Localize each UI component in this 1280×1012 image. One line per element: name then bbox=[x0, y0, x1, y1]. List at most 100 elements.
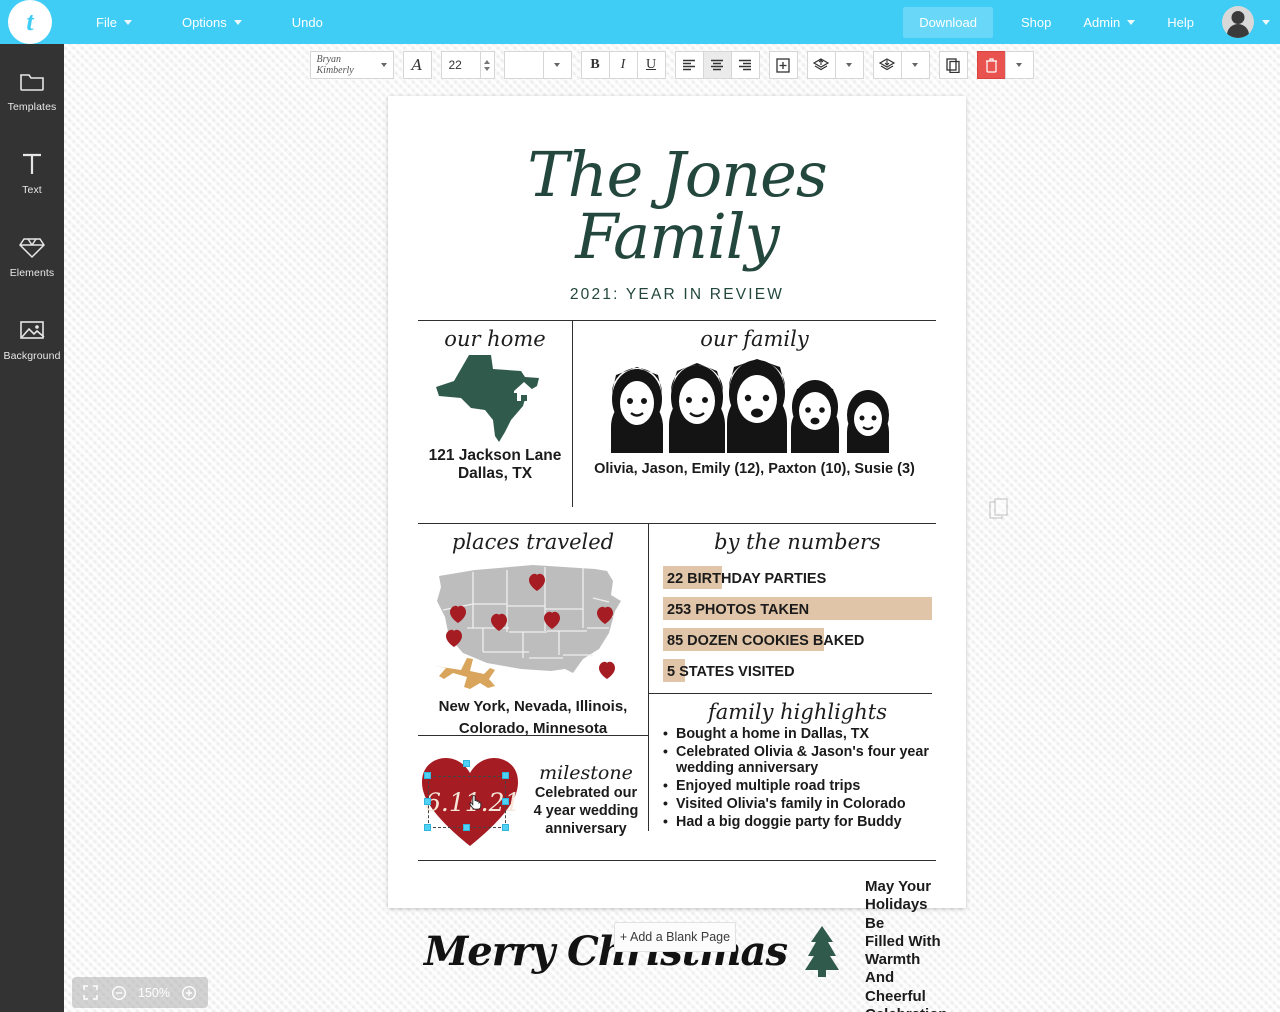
top-navigation-bar: t File Options Undo Download Shop Admin bbox=[0, 0, 1280, 44]
font-style-button[interactable]: A bbox=[402, 51, 432, 79]
highlights-list: Bought a home in Dallas, TX Celebrated O… bbox=[663, 725, 932, 831]
greeting-card: The Jones Family 2021: YEAR IN REVIEW ou… bbox=[388, 96, 966, 1012]
add-blank-page-button[interactable]: + Add a Blank Page bbox=[614, 922, 736, 952]
sidebar-item-text-label: Text bbox=[22, 184, 42, 196]
christmas-message-line3[interactable]: Cheerful Celebration bbox=[865, 988, 948, 1012]
sidebar-item-elements-label: Elements bbox=[9, 267, 55, 279]
chevron-down-icon[interactable] bbox=[1262, 19, 1270, 25]
copy-page-icon[interactable] bbox=[989, 498, 1009, 520]
stat-row[interactable]: 85 DOZEN COOKIES BAKED bbox=[663, 625, 932, 656]
home-address-line2[interactable]: Dallas, TX bbox=[422, 465, 568, 483]
stepper-down-icon bbox=[484, 66, 490, 71]
christmas-tree-icon bbox=[803, 924, 841, 978]
home-address-line1[interactable]: 121 Jackson Lane bbox=[422, 447, 568, 465]
stat-label: 85 DOZEN COOKIES BAKED bbox=[667, 632, 865, 649]
nav-file[interactable]: File bbox=[86, 9, 142, 36]
states-line1[interactable]: New York, Nevada, Illinois, bbox=[422, 698, 644, 716]
bring-forward-dropdown[interactable] bbox=[834, 51, 864, 79]
zoom-controls: 150% bbox=[72, 977, 208, 1008]
align-right-button[interactable] bbox=[730, 51, 760, 79]
delete-dropdown[interactable] bbox=[1004, 51, 1034, 79]
sidebar-item-background[interactable]: Background bbox=[0, 301, 64, 370]
nav-undo-label: Undo bbox=[291, 14, 323, 30]
text-color-swatch[interactable] bbox=[503, 51, 544, 79]
usa-map-icon bbox=[422, 554, 644, 694]
avatar[interactable] bbox=[1222, 6, 1254, 38]
duplicate-button[interactable] bbox=[938, 51, 968, 79]
resize-handle[interactable] bbox=[463, 824, 470, 831]
bold-button[interactable]: B bbox=[580, 51, 610, 79]
editor-canvas[interactable]: The Jones Family 2021: YEAR IN REVIEW ou… bbox=[64, 44, 1280, 1012]
stat-row[interactable]: 22 BIRTHDAY PARTIES bbox=[663, 563, 932, 594]
resize-handle[interactable] bbox=[463, 760, 470, 767]
download-button[interactable]: Download bbox=[903, 6, 994, 38]
app-logo-letter: t bbox=[26, 7, 34, 36]
app-logo[interactable]: t bbox=[8, 0, 52, 44]
top-nav-left-group: File Options Undo bbox=[86, 9, 333, 36]
font-family-select[interactable]: Bryan Kimberly bbox=[309, 51, 394, 79]
stat-row[interactable]: 5 STATES VISITED bbox=[663, 656, 932, 687]
italic-label: I bbox=[620, 57, 626, 72]
chevron-down-icon bbox=[233, 19, 242, 25]
chevron-down-icon bbox=[912, 63, 918, 67]
bring-forward-button[interactable] bbox=[806, 51, 836, 79]
italic-button[interactable]: I bbox=[608, 51, 638, 79]
nav-undo[interactable]: Undo bbox=[282, 9, 333, 36]
list-item[interactable]: Bought a home in Dallas, TX bbox=[663, 725, 932, 743]
nav-help[interactable]: Help bbox=[1157, 9, 1204, 36]
chevron-down-icon bbox=[380, 63, 387, 67]
align-center-button[interactable] bbox=[702, 51, 732, 79]
left-sidebar: Templates Text Elements Background bbox=[0, 44, 64, 1012]
christmas-message-line2[interactable]: Filled With Warmth And bbox=[865, 933, 948, 988]
milestone-line3[interactable]: anniversary bbox=[522, 821, 650, 838]
resize-handle[interactable] bbox=[424, 824, 431, 831]
sidebar-item-templates[interactable]: Templates bbox=[0, 52, 64, 121]
card-subtitle[interactable]: 2021: YEAR IN REVIEW bbox=[418, 286, 936, 304]
chevron-down-icon bbox=[1127, 19, 1136, 25]
resize-handle[interactable] bbox=[502, 798, 509, 805]
sidebar-item-text[interactable]: Text bbox=[0, 135, 64, 204]
bold-label: B bbox=[590, 57, 600, 72]
resize-handle[interactable] bbox=[502, 772, 509, 779]
list-item[interactable]: Celebrated Olivia & Jason's four year we… bbox=[663, 743, 932, 777]
delete-button[interactable] bbox=[976, 51, 1006, 79]
text-icon bbox=[0, 149, 64, 179]
milestone-line2[interactable]: 4 year wedding bbox=[522, 803, 650, 820]
text-color-dropdown[interactable] bbox=[542, 51, 572, 79]
nav-options[interactable]: Options bbox=[172, 9, 252, 36]
home-family-row: our home 121 Jackson Lane Dallas, TX our… bbox=[418, 321, 936, 507]
font-size-input[interactable]: 22 bbox=[440, 51, 481, 79]
add-textbox-button[interactable] bbox=[768, 51, 798, 79]
milestone-line1[interactable]: Celebrated our bbox=[522, 785, 650, 802]
fit-screen-icon[interactable] bbox=[82, 984, 99, 1001]
stepper-up-icon bbox=[484, 59, 490, 64]
christmas-message-line1[interactable]: May Your Holidays Be bbox=[865, 878, 948, 933]
our-home-heading: our home bbox=[444, 327, 546, 351]
underline-button[interactable]: U bbox=[636, 51, 666, 79]
list-item[interactable]: Enjoyed multiple road trips bbox=[663, 777, 932, 795]
family-avatars-icon bbox=[581, 351, 928, 459]
resize-handle[interactable] bbox=[424, 798, 431, 805]
by-the-numbers-heading: by the numbers bbox=[714, 530, 881, 554]
design-page[interactable]: The Jones Family 2021: YEAR IN REVIEW ou… bbox=[388, 96, 966, 1012]
send-backward-button[interactable] bbox=[872, 51, 902, 79]
resize-handle[interactable] bbox=[502, 824, 509, 831]
font-size-stepper[interactable] bbox=[480, 51, 495, 79]
stat-label: 253 PHOTOS TAKEN bbox=[667, 601, 810, 618]
nav-admin[interactable]: Admin bbox=[1073, 9, 1145, 36]
chevron-down-icon bbox=[1016, 63, 1022, 67]
stat-row[interactable]: 253 PHOTOS TAKEN bbox=[663, 594, 932, 625]
resize-handle[interactable] bbox=[424, 772, 431, 779]
list-item[interactable]: Had a big doggie party for Buddy bbox=[663, 813, 932, 831]
zoom-in-icon[interactable] bbox=[181, 984, 198, 1001]
send-backward-dropdown[interactable] bbox=[900, 51, 930, 79]
family-names[interactable]: Olivia, Jason, Emily (12), Paxton (10), … bbox=[581, 461, 928, 477]
sidebar-item-elements[interactable]: Elements bbox=[0, 218, 64, 287]
zoom-out-icon[interactable] bbox=[110, 984, 127, 1001]
nav-shop[interactable]: Shop bbox=[1011, 9, 1061, 36]
milestone-heart[interactable]: 6.11.21 bbox=[418, 750, 522, 850]
page-title[interactable]: The Jones Family bbox=[418, 144, 936, 268]
align-left-button[interactable] bbox=[674, 51, 704, 79]
list-item[interactable]: Visited Olivia's family in Colorado bbox=[663, 795, 932, 813]
nav-file-label: File bbox=[96, 14, 117, 30]
